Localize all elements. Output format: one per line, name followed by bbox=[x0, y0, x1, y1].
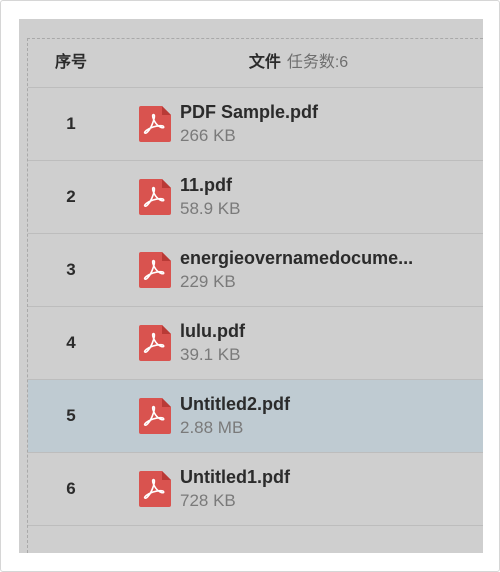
window-frame: 序号 文件 任务数:6 1 PDF Sample.pdf 266 KB 2 11… bbox=[0, 0, 500, 572]
column-header-index: 序号 bbox=[54, 54, 87, 71]
file-size: 58.9 KB bbox=[180, 199, 241, 218]
file-task-list-panel: 序号 文件 任务数:6 1 PDF Sample.pdf 266 KB 2 11… bbox=[19, 19, 483, 553]
pdf-file-icon bbox=[139, 179, 171, 215]
pdf-file-icon bbox=[139, 252, 171, 288]
pdf-file-icon bbox=[139, 471, 171, 507]
column-header-file: 文件 任务数:6 bbox=[114, 39, 483, 87]
row-index: 2 bbox=[66, 187, 76, 206]
row-index: 5 bbox=[66, 406, 76, 425]
file-size: 39.1 KB bbox=[180, 345, 241, 364]
file-name: Untitled1.pdf bbox=[180, 467, 290, 487]
column-header-file-label: 文件 bbox=[248, 54, 281, 71]
row-index: 3 bbox=[66, 260, 76, 279]
file-size: 266 KB bbox=[180, 126, 236, 145]
file-row-selected[interactable]: 5 Untitled2.pdf 2.88 MB bbox=[28, 380, 483, 453]
file-row[interactable]: 1 PDF Sample.pdf 266 KB bbox=[28, 88, 483, 161]
file-list: 1 PDF Sample.pdf 266 KB 2 11.pdf 58.9 KB bbox=[28, 88, 483, 526]
file-name: energieovernamedocume... bbox=[180, 248, 414, 268]
file-size: 229 KB bbox=[180, 272, 236, 291]
file-name: lulu.pdf bbox=[180, 321, 245, 341]
file-row[interactable]: 4 lulu.pdf 39.1 KB bbox=[28, 307, 483, 380]
file-row[interactable]: 2 11.pdf 58.9 KB bbox=[28, 161, 483, 234]
list-header: 序号 文件 任务数:6 bbox=[28, 39, 483, 88]
file-row[interactable]: 3 energieovernamedocume... 229 KB bbox=[28, 234, 483, 307]
file-row[interactable]: 6 Untitled1.pdf 728 KB bbox=[28, 453, 483, 526]
file-name: 11.pdf bbox=[180, 175, 233, 195]
row-index: 4 bbox=[66, 333, 76, 352]
pdf-file-icon bbox=[139, 398, 171, 434]
pdf-file-icon bbox=[139, 106, 171, 142]
task-count-value: 6 bbox=[339, 54, 349, 71]
row-index: 6 bbox=[66, 479, 76, 498]
row-index: 1 bbox=[66, 114, 76, 133]
file-size: 728 KB bbox=[180, 491, 236, 510]
file-name: PDF Sample.pdf bbox=[180, 102, 319, 122]
task-count-label: 任务数: bbox=[286, 54, 340, 71]
file-size: 2.88 MB bbox=[180, 418, 244, 437]
pdf-file-icon bbox=[139, 325, 171, 361]
file-name: Untitled2.pdf bbox=[180, 394, 290, 414]
